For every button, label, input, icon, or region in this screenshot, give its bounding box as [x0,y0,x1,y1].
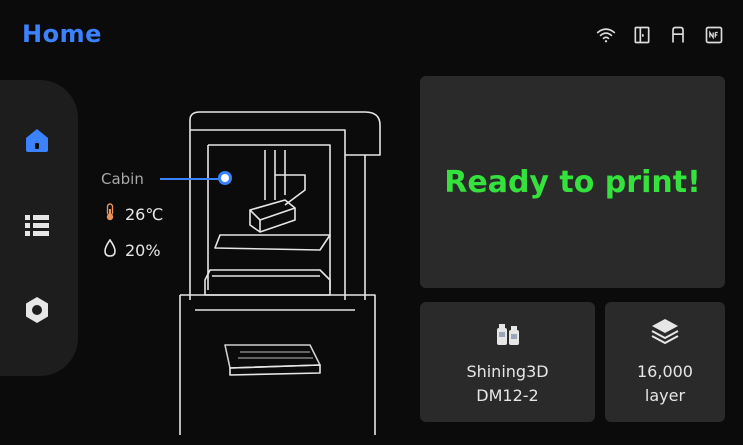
status-text: Ready to print! [444,164,701,200]
gear-icon [22,295,52,329]
layer-unit: layer [644,386,686,405]
sidebar [0,80,78,376]
status-icons [595,24,725,46]
wifi-icon[interactable] [595,24,617,46]
cabin-label: Cabin [101,170,144,188]
list-icon [22,210,52,244]
page-title: Home [22,20,102,48]
water-drop-icon [103,238,117,261]
sidebar-item-home[interactable] [17,122,57,162]
printer-lid-icon[interactable] [667,24,689,46]
sidebar-item-list[interactable] [17,207,57,247]
nfc-icon[interactable] [703,24,725,46]
cabin-leader-line [160,178,223,180]
home-icon [22,125,52,159]
humidity-value: 20% [125,240,161,260]
printer-status-card[interactable]: Ready to print! [420,76,725,288]
cabin-humidity: 20% [103,238,161,261]
thermometer-icon [103,203,117,225]
door-icon[interactable] [631,24,653,46]
temperature-value: 26℃ [125,204,164,224]
layers-icon [649,316,681,348]
header: Home [0,0,743,72]
material-name: DM12-2 [476,386,539,405]
cabin-sensor-dot [218,171,232,185]
sidebar-item-settings[interactable] [17,292,57,332]
resin-bottles-icon [492,316,524,348]
printer-illustration [170,90,395,435]
cabin-temperature: 26℃ [103,203,163,225]
layer-count: 16,000 [637,362,693,381]
layer-card[interactable]: 16,000 layer [605,302,725,422]
material-brand: Shining3D [466,362,549,381]
material-card[interactable]: Shining3D DM12-2 [420,302,595,422]
